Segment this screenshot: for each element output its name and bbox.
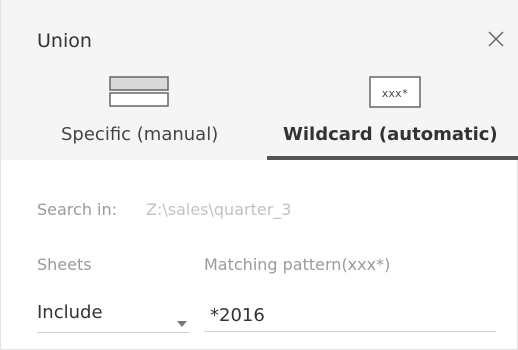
union-dialog: Union Specific (manual) xxx* Wildcard (a… (0, 0, 518, 350)
sheets-label: Sheets (37, 255, 92, 274)
sheets-include-dropdown[interactable]: Include (37, 300, 189, 333)
dialog-header: Union Specific (manual) xxx* Wildcard (a… (1, 0, 518, 160)
tab-specific-manual[interactable]: Specific (manual) (61, 70, 231, 160)
wildcard-icon-text: xxx* (382, 87, 409, 100)
tab-label: Specific (manual) (61, 124, 219, 145)
dialog-title: Union (37, 30, 92, 52)
selected-tab-indicator (267, 156, 518, 160)
chevron-down-icon (177, 312, 187, 331)
matching-pattern-input[interactable] (204, 300, 496, 332)
search-in-label: Search in: (37, 200, 118, 219)
dropdown-selected-value: Include (37, 302, 103, 323)
tab-wildcard-automatic[interactable]: xxx* Wildcard (automatic) (267, 70, 518, 160)
search-path-value: Z:\sales\quarter_3 (146, 200, 292, 219)
tab-label: Wildcard (automatic) (283, 124, 498, 145)
stacked-tables-icon (109, 76, 169, 112)
close-icon[interactable] (485, 28, 507, 50)
wildcard-icon: xxx* (369, 76, 421, 112)
matching-pattern-label: Matching pattern(xxx*) (204, 255, 391, 274)
